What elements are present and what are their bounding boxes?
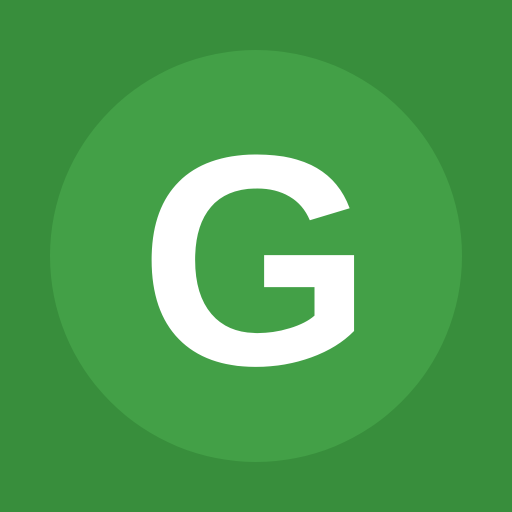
letter-avatar: G xyxy=(0,0,512,512)
avatar-letter: G xyxy=(139,92,373,428)
